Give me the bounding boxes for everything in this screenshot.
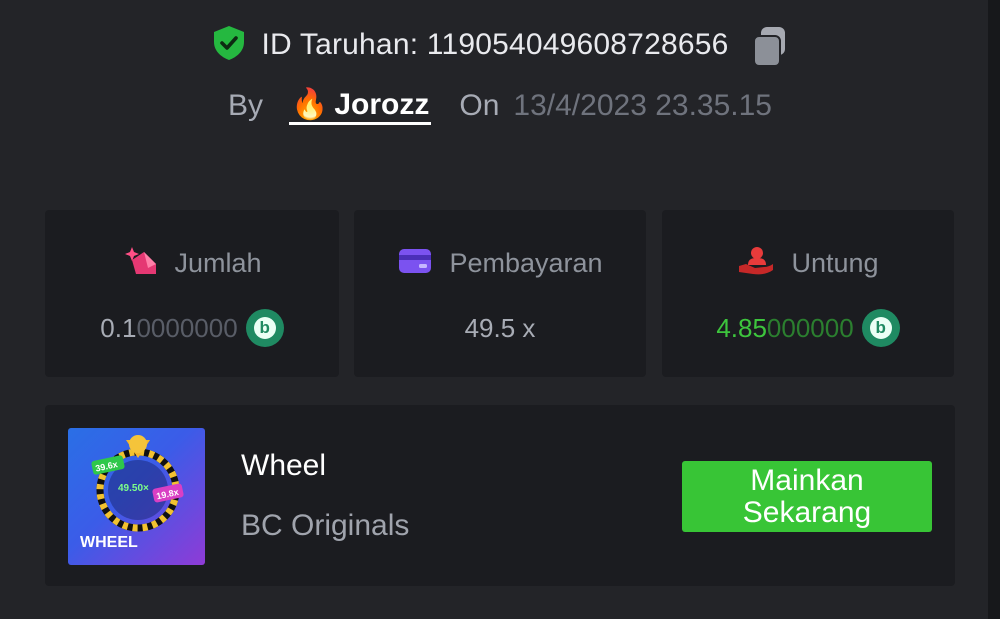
play-label-line1: Mainkan <box>750 463 864 497</box>
amount-card: Jumlah 0.1 0000000 b <box>45 210 339 377</box>
payout-label: Pembayaran <box>449 247 603 278</box>
play-now-button[interactable]: Mainkan Sekarang <box>682 461 932 532</box>
thumb-multiplier-main: 49.50× <box>118 483 149 494</box>
card-icon <box>397 246 433 281</box>
game-name[interactable]: Wheel <box>241 449 326 483</box>
play-label-line2: Sekarang <box>742 495 872 529</box>
bet-id-text: ID Taruhan: 119054049608728656 <box>261 28 729 61</box>
payout-card: Pembayaran 49.5 x <box>354 210 646 377</box>
bc-coin-icon: b <box>245 309 284 347</box>
bc-coin-icon: b <box>861 309 900 347</box>
on-label: On <box>459 89 500 122</box>
by-label: By <box>228 89 264 122</box>
profit-card: Untung 4.85 000000 b <box>662 210 954 377</box>
hand-person-icon <box>737 246 775 281</box>
payout-value: 49.5 x <box>464 312 536 343</box>
profit-value-main: 4.85 <box>716 312 767 343</box>
amount-value: 0.1 0000000 b <box>45 306 339 350</box>
shield-check-icon <box>212 25 246 66</box>
game-thumbnail[interactable]: 39.6x 49.50× 19.8x WHEEL <box>68 428 205 565</box>
bet-date: 13/4/2023 23.35.15 <box>513 89 772 122</box>
amount-value-main: 0.1 <box>100 312 137 343</box>
profit-value-decimals: 000000 <box>766 312 854 343</box>
profit-label: Untung <box>791 247 879 278</box>
username: Jorozz <box>334 87 430 121</box>
author-row: By 🔥 Jorozz On 13/4/2023 23.35.15 <box>0 84 1000 128</box>
amount-value-decimals: 0000000 <box>136 312 238 343</box>
game-card: 39.6x 49.50× 19.8x WHEEL Wheel BC Origin… <box>45 405 955 586</box>
bet-amount-icon <box>122 246 158 281</box>
bet-id-row: ID Taruhan: 119054049608728656 <box>0 22 1000 68</box>
fire-icon: 🔥 <box>291 87 329 121</box>
bet-id-value: 119054049608728656 <box>426 28 729 61</box>
game-provider: BC Originals <box>241 509 410 542</box>
username-link[interactable]: 🔥 Jorozz <box>289 87 432 125</box>
thumb-title: WHEEL <box>80 534 138 551</box>
amount-label: Jumlah <box>174 247 262 278</box>
profit-value: 4.85 000000 b <box>662 306 954 350</box>
copy-icon[interactable] <box>751 25 789 67</box>
